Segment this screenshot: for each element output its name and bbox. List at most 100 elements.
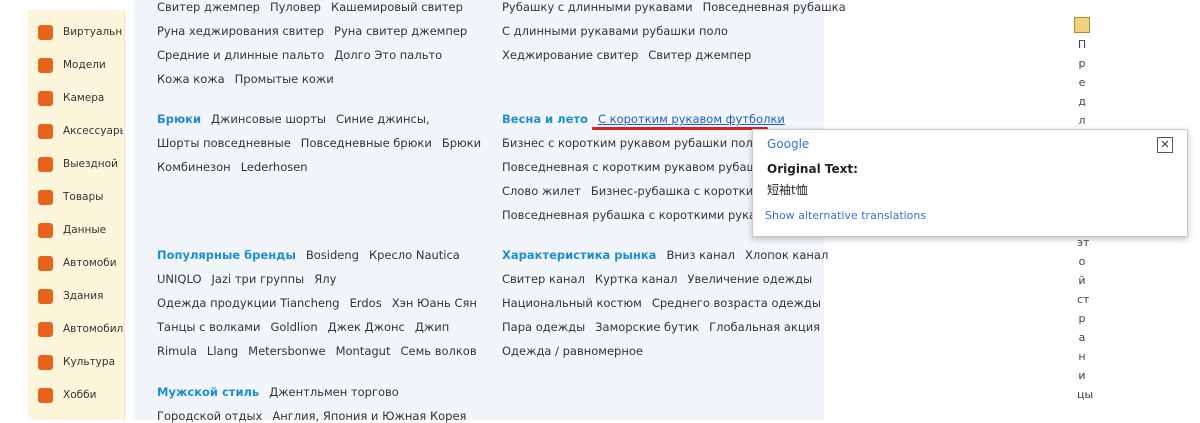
category-link[interactable]: Одежда / равномерное: [502, 344, 643, 358]
category-link[interactable]: Промытые кожи: [235, 72, 334, 86]
sidebar-item[interactable]: Модели: [28, 53, 124, 77]
category-link[interactable]: Бизнес с коротким рукавом рубашки поло: [502, 136, 760, 150]
category-link[interactable]: Хлопок канал: [745, 248, 828, 262]
category-link[interactable]: Долго Это пальто: [334, 48, 442, 62]
category-link[interactable]: Свитер канал: [502, 272, 585, 286]
category-link[interactable]: Кашемировый свитер: [331, 0, 463, 14]
category-link[interactable]: Повседневная рубашка с короткими рукавам…: [502, 208, 786, 222]
category-link[interactable]: Брюки: [442, 136, 481, 150]
left-link-row: Танцы с волками Goldlion Джек Джонс Джип: [157, 320, 459, 334]
left-link-row: Свитер джемпер Пуловер Кашемировый свитер: [157, 0, 473, 14]
show-alternative-translations-link[interactable]: Show alternative translations: [765, 209, 926, 222]
sidebar-item[interactable]: Автомоби: [28, 251, 124, 275]
highlighted-link[interactable]: С коротким рукавом футболки: [598, 112, 785, 126]
category-link[interactable]: Джип: [415, 320, 449, 334]
category-link[interactable]: Erdos: [350, 296, 382, 310]
category-link[interactable]: Куртка канал: [595, 272, 678, 286]
category-link[interactable]: Глобальная акция: [709, 320, 820, 334]
category-link[interactable]: Семь волков: [400, 344, 476, 358]
vertical-text-char: й: [1078, 274, 1086, 287]
sidebar-item[interactable]: Аксессуары: [28, 119, 124, 143]
category-icon: [38, 156, 53, 172]
category-link[interactable]: Montagut: [336, 344, 391, 358]
category-link[interactable]: Заморские бутик: [595, 320, 699, 334]
left-link-row: Rimula Llang Metersbonwe Montagut Семь волко…: [157, 344, 487, 358]
category-link[interactable]: Синие джинсы,: [336, 112, 430, 126]
vertical-text-char: р: [1078, 312, 1086, 325]
category-link[interactable]: Кресло Nautica: [369, 248, 460, 262]
sidebar-item[interactable]: Хобби: [28, 383, 124, 407]
category-link[interactable]: Lederhosen: [241, 160, 308, 174]
category-link[interactable]: Вниз канал: [666, 248, 735, 262]
left-link-row: Кожа кожа Промытые кожи: [157, 72, 344, 86]
category-link[interactable]: Англия, Япония и Южная Корея: [272, 409, 466, 423]
sidebar-item[interactable]: Автомобили: [28, 317, 124, 341]
category-link[interactable]: Свитер джемпер: [157, 0, 260, 14]
category-heading-link[interactable]: Характеристика рынка: [502, 248, 656, 262]
category-link[interactable]: Слово жилет: [502, 184, 581, 198]
category-link[interactable]: Джинсовые шорты: [211, 112, 326, 126]
sidebar-item[interactable]: Камера: [28, 86, 124, 110]
category-icon: [38, 354, 53, 370]
category-link[interactable]: Шорты повседневные: [157, 136, 291, 150]
category-link[interactable]: Национальный костюм: [502, 296, 642, 310]
category-link[interactable]: Rimula: [157, 344, 197, 358]
category-link[interactable]: Ялу: [314, 272, 336, 286]
category-link[interactable]: Пуловер: [270, 0, 321, 14]
category-link[interactable]: Танцы с волками: [157, 320, 260, 334]
left-link-row: Руна хеджирования свитер Руна свитер джем…: [157, 24, 477, 38]
vertical-text-char: цы: [1077, 388, 1094, 401]
category-heading-link[interactable]: Популярные бренды: [157, 248, 296, 262]
category-link[interactable]: Хэн Юань Сян: [392, 296, 477, 310]
category-link[interactable]: Llang: [207, 344, 238, 358]
category-heading-link[interactable]: Весна и лето: [502, 112, 588, 126]
right-link-row: Хеджирование свитер Свитер джемпер: [502, 48, 761, 62]
category-icon: [38, 189, 53, 205]
vertical-text-char: а: [1078, 331, 1086, 344]
category-link[interactable]: Городской отдых: [157, 409, 262, 423]
note-icon[interactable]: [1074, 17, 1090, 33]
category-link[interactable]: С длинными рукавами рубашки поло: [502, 24, 728, 38]
category-link[interactable]: Metersbonwe: [248, 344, 325, 358]
category-link[interactable]: Среднего возраста одежды: [652, 296, 821, 310]
category-link[interactable]: Одежда продукции Tiancheng: [157, 296, 340, 310]
close-icon[interactable]: ✕: [1157, 137, 1173, 153]
sidebar-item-label: Виртуальн: [63, 26, 123, 38]
sidebar-item[interactable]: Здания: [28, 284, 124, 308]
category-link[interactable]: Рубашку с длинными рукавами: [502, 0, 693, 14]
category-link[interactable]: Джек Джонс: [328, 320, 405, 334]
category-heading-link[interactable]: Брюки: [157, 112, 201, 126]
category-link[interactable]: Руна хеджирования свитер: [157, 24, 324, 38]
category-heading-link[interactable]: Мужской стиль: [157, 385, 259, 399]
category-link[interactable]: Хеджирование свитер: [502, 48, 638, 62]
category-link[interactable]: Кожа кожа: [157, 72, 225, 86]
sidebar-item[interactable]: Выездной: [28, 152, 124, 176]
category-link[interactable]: Джентльмен торгово: [269, 385, 399, 399]
category-link[interactable]: Повседневная с коротким рукавом рубашки: [502, 160, 772, 174]
category-link[interactable]: UNIQLO: [157, 272, 202, 286]
right-link-row: Одежда / равномерное: [502, 344, 653, 358]
category-link[interactable]: Пара одежды: [502, 320, 585, 334]
vertical-text-char: р: [1078, 57, 1086, 70]
category-link[interactable]: Jazi три группы: [212, 272, 305, 286]
category-link[interactable]: Повседневная рубашка: [703, 0, 846, 14]
category-icon: [38, 222, 53, 238]
category-link[interactable]: Комбинезон: [157, 160, 231, 174]
category-link[interactable]: Свитер джемпер: [648, 48, 751, 62]
original-text-title: Original Text:: [767, 162, 858, 176]
sidebar-item[interactable]: Товары: [28, 185, 124, 209]
category-icon: [38, 57, 53, 73]
category-link[interactable]: Goldlion: [270, 320, 317, 334]
category-link[interactable]: Bosideng: [306, 248, 359, 262]
category-link[interactable]: Руна свитер джемпер: [334, 24, 467, 38]
sidebar-item[interactable]: Культура: [28, 350, 124, 374]
sidebar-item-label: Выездной: [63, 158, 118, 170]
category-link[interactable]: Средние и длинные пальто: [157, 48, 324, 62]
sidebar-item-label: Модели: [63, 59, 106, 71]
sidebar-item[interactable]: Виртуальн: [28, 20, 124, 44]
category-link[interactable]: Увеличение одежды: [687, 272, 812, 286]
sidebar-item[interactable]: Данные: [28, 218, 124, 242]
category-link[interactable]: Повседневные брюки: [301, 136, 432, 150]
right-link-row: Повседневная с коротким рукавом рубашки: [502, 160, 782, 174]
category-link[interactable]: Бизнес-рубашка с коротким: [591, 184, 762, 198]
